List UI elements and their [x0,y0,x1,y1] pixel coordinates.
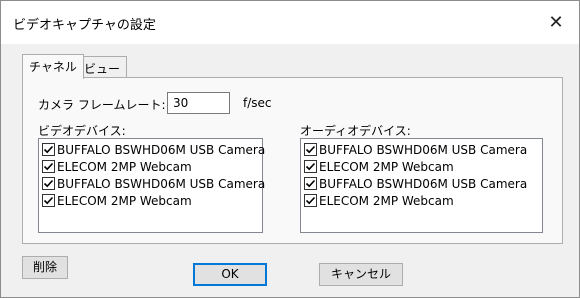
delete-button[interactable]: 削除 [22,256,68,279]
list-item-label: ELECOM 2MP Webcam [57,159,192,174]
list-item-label: BUFFALO BSWHD06M USB Camera [319,142,528,157]
video-capture-settings-dialog: ビデオキャプチャの設定 ✕ チャネル ビュー カメラ フレームレート: 30 f… [0,0,580,298]
list-item-label: ELECOM 2MP Webcam [57,193,192,208]
list-item[interactable]: BUFFALO BSWHD06M USB Camera [42,175,266,192]
channel-tab-panel: カメラ フレームレート: 30 f/sec ビデオデバイス: BUFFALO B… [22,77,563,244]
frame-rate-unit: f/sec [243,96,272,110]
list-item[interactable]: BUFFALO BSWHD06M USB Camera [304,175,542,192]
dialog-title: ビデオキャプチャの設定 [13,18,156,33]
list-item-label: BUFFALO BSWHD06M USB Camera [319,176,528,191]
video-devices-label: ビデオデバイス: [38,124,126,138]
ok-button[interactable]: OK [193,263,267,286]
checkbox-checked-icon[interactable] [42,160,55,173]
video-devices-list[interactable]: BUFFALO BSWHD06M USB Camera ELECOM 2MP W… [38,138,266,233]
tab-view[interactable]: ビュー [77,56,128,78]
list-item[interactable]: ELECOM 2MP Webcam [304,158,542,175]
frame-rate-input[interactable]: 30 [167,92,230,114]
list-item[interactable]: ELECOM 2MP Webcam [42,192,262,209]
list-item-label: BUFFALO BSWHD06M USB Camera [57,142,266,157]
checkbox-checked-icon[interactable] [304,194,317,207]
cancel-button[interactable]: キャンセル [319,263,403,286]
audio-devices-label: オーディオデバイス: [300,124,411,138]
checkbox-checked-icon[interactable] [304,160,317,173]
list-item[interactable]: ELECOM 2MP Webcam [304,192,542,209]
checkbox-checked-icon[interactable] [42,143,55,156]
list-item[interactable]: BUFFALO BSWHD06M USB Camera [42,141,266,158]
list-item-label: ELECOM 2MP Webcam [319,159,454,174]
list-item[interactable]: ELECOM 2MP Webcam [42,158,262,175]
checkbox-checked-icon[interactable] [42,194,55,207]
list-item-label: BUFFALO BSWHD06M USB Camera [57,176,266,191]
close-icon[interactable]: ✕ [533,1,579,44]
audio-devices-list[interactable]: BUFFALO BSWHD06M USB Camera ELECOM 2MP W… [300,138,543,233]
frame-rate-label: カメラ フレームレート: [38,98,166,112]
list-item[interactable]: BUFFALO BSWHD06M USB Camera [304,141,542,158]
tab-channel-label: チャネル [29,60,77,74]
title-bar: ビデオキャプチャの設定 ✕ [1,1,579,44]
checkbox-checked-icon[interactable] [304,143,317,156]
list-item-label: ELECOM 2MP Webcam [319,193,454,208]
checkbox-checked-icon[interactable] [304,177,317,190]
tab-channel[interactable]: チャネル [22,54,84,79]
checkbox-checked-icon[interactable] [42,177,55,190]
tab-view-label: ビュー [84,62,121,76]
